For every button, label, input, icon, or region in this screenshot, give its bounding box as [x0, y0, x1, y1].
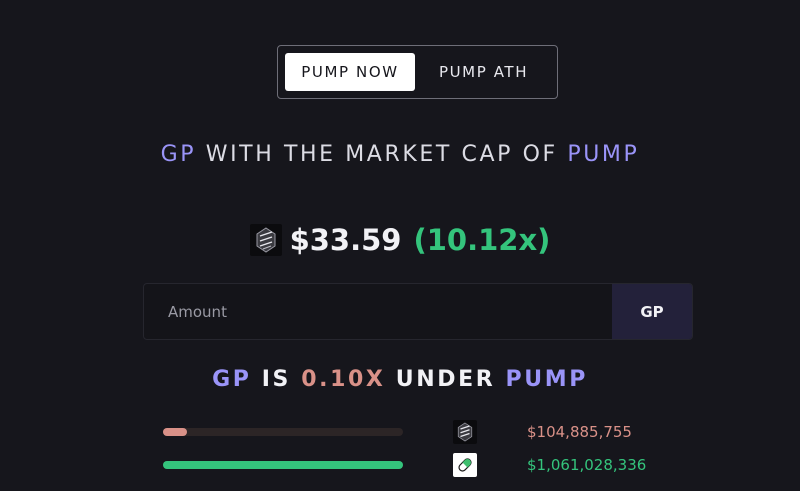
market-cap-pump: $1,061,028,336	[527, 456, 647, 474]
tab-pump-ath[interactable]: PUMP ATH	[417, 53, 550, 91]
progress-track	[163, 461, 403, 469]
price-row: $33.59 (10.12x)	[0, 220, 800, 260]
compare-token-b: PUMP	[505, 367, 588, 392]
page: PUMP NOW PUMP ATH GP WITH THE MARKET CAP…	[0, 0, 800, 491]
market-cap-gp: $104,885,755	[527, 423, 632, 441]
progress-fill-pump	[163, 461, 403, 469]
headline-middle: WITH THE MARKET CAP OF	[205, 142, 558, 167]
headline-token-a: GP	[160, 142, 197, 167]
comparison-text: GP IS 0.10X UNDER PUMP	[0, 367, 800, 392]
price-value: $33.59	[289, 223, 402, 257]
compare-token-a: GP	[212, 367, 252, 392]
unit-selector-button[interactable]: GP	[612, 284, 692, 339]
tab-pump-now[interactable]: PUMP NOW	[285, 53, 416, 91]
progress-fill-gp	[163, 428, 187, 436]
bar-row-gp: $104,885,755	[163, 420, 723, 444]
pump-pill-icon	[453, 453, 477, 477]
compare-ratio: 0.10X	[301, 367, 386, 392]
price-multiplier: (10.12x)	[413, 223, 551, 257]
headline: GP WITH THE MARKET CAP OF PUMP	[0, 142, 800, 167]
market-cap-toggle: PUMP NOW PUMP ATH	[277, 45, 558, 99]
gp-token-icon	[249, 224, 282, 256]
headline-token-b: PUMP	[567, 142, 640, 167]
progress-track	[163, 428, 403, 436]
bar-row-pump: $1,061,028,336	[163, 453, 723, 477]
amount-input[interactable]	[144, 284, 612, 339]
compare-is: IS	[261, 367, 291, 392]
amount-field: GP	[143, 283, 693, 340]
gp-token-icon	[453, 420, 477, 444]
compare-under: UNDER	[395, 367, 496, 392]
